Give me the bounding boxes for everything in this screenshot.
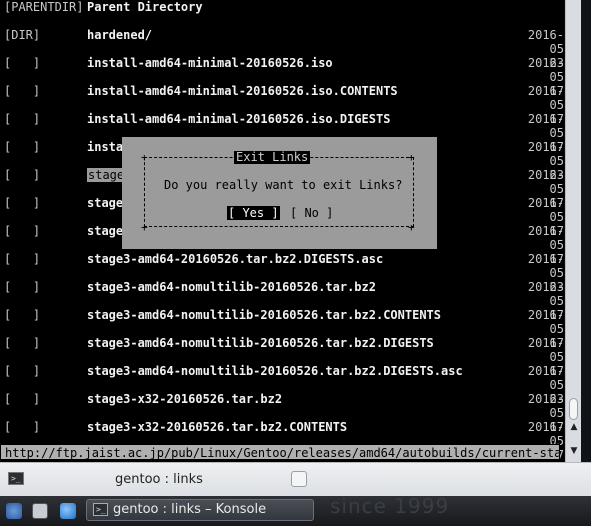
list-item[interactable]: [ ] stage3-amd64-nomultilib-20160526.tar.… xyxy=(0,336,564,378)
list-item[interactable]: [ ] stage3-amd64-nomultilib-20160526.tar.… xyxy=(0,364,564,406)
terminal-icon: >_ xyxy=(8,472,24,485)
list-item[interactable]: [ ] install-amd64-minimal-20160526.iso.DI… xyxy=(0,112,564,154)
file-date-month: 2016-05 xyxy=(527,336,564,364)
list-item[interactable]: [PARENTDIR] Parent Directory xyxy=(0,0,564,28)
file-date-month: 2016-05 xyxy=(527,84,564,112)
file-link[interactable]: stage xyxy=(87,168,126,182)
file-type-label: [ ] xyxy=(4,280,41,294)
taskbar: since 1999 >_ gentoo : links – Konsole xyxy=(0,494,591,526)
frame-corner: + xyxy=(408,221,415,234)
file-type-label: [ ] xyxy=(4,252,41,266)
file-type-label: [ ] xyxy=(4,336,41,350)
window-edge xyxy=(581,0,591,496)
scroll-down-arrow-icon[interactable]: ▼ xyxy=(567,444,581,458)
file-date-month: 2016-05 xyxy=(527,140,564,168)
terminal-view[interactable]: [PARENTDIR] Parent Directory [DIR] hardened… xyxy=(0,0,564,462)
file-link[interactable]: stage xyxy=(87,196,123,210)
file-type-label: [ ] xyxy=(4,364,41,378)
file-type-label: [ ] xyxy=(4,308,41,322)
file-link[interactable]: install-amd64-minimal-20160526.iso.CONTE… xyxy=(87,84,398,98)
file-link[interactable]: stage xyxy=(87,224,123,238)
file-type-label: [ ] xyxy=(4,84,41,98)
list-item[interactable]: [ ] stage3-amd64-nomultilib-20160526.tar.… xyxy=(0,280,564,322)
terminal-icon: >_ xyxy=(93,503,108,516)
exit-dialog: + + + + Exit Links Do you really want to… xyxy=(122,137,437,249)
file-link[interactable]: stage3-amd64-nomultilib-20160526.tar.bz2 xyxy=(87,280,376,294)
dialog-title: Exit Links xyxy=(234,150,311,164)
file-date-month: 2016-05 xyxy=(527,112,564,140)
file-link[interactable]: Parent Directory xyxy=(87,0,203,14)
file-date-month: 2016-05 xyxy=(527,28,564,56)
list-item[interactable]: [ ] stage3-amd64-20160526.tar.bz2.DIGESTS… xyxy=(0,252,564,294)
scroll-up-arrow-icon[interactable]: ▲ xyxy=(567,420,581,434)
file-link[interactable]: hardened/ xyxy=(87,28,152,42)
file-link[interactable]: insta xyxy=(87,140,123,154)
file-date-month: 2016-05 xyxy=(527,168,564,196)
file-date-month: 2016-05 xyxy=(527,308,564,336)
list-item[interactable]: [ ] install-amd64-minimal-20160526.iso 201… xyxy=(0,56,564,98)
file-date-month: 2016-05 xyxy=(527,224,564,252)
app-menu-icon[interactable] xyxy=(6,503,22,519)
file-type-label: [DIR] xyxy=(4,28,41,42)
file-link[interactable]: stage3-amd64-nomultilib-20160526.tar.bz2… xyxy=(87,364,463,378)
file-link[interactable]: stage3-amd64-nomultilib-20160526.tar.bz2… xyxy=(87,308,441,322)
list-item[interactable]: [ ] stage3-amd64-nomultilib-20160526.tar.… xyxy=(0,308,564,350)
no-button[interactable]: [ No ] xyxy=(290,206,333,220)
list-item[interactable]: [ ] stage3-x32-20160526.tar.bz2 2016-05 17 xyxy=(0,392,564,434)
vertical-scrollbar[interactable]: ▲ ▼ xyxy=(565,0,581,462)
status-url: http://ftp.jaist.ac.jp/pub/Linux/Gentoo/… xyxy=(0,444,560,460)
file-link[interactable]: stage3-x32-20160526.tar.bz2 xyxy=(87,392,282,406)
yes-button[interactable]: [ Yes ] xyxy=(227,206,280,220)
file-date-month: 2016-05 xyxy=(527,364,564,392)
close-tab-button[interactable] xyxy=(291,471,307,487)
frame-corner: + xyxy=(141,151,148,164)
file-link[interactable]: stage3-amd64-nomultilib-20160526.tar.bz2… xyxy=(87,336,434,350)
konsole-tab-bar: >_ gentoo : links xyxy=(0,462,591,497)
file-type-label: [ ] xyxy=(4,196,41,210)
tab-label[interactable]: gentoo : links xyxy=(115,472,203,487)
file-link[interactable]: stage3-amd64-20160526.tar.bz2.DIGESTS.as… xyxy=(87,252,383,266)
web-browser-icon[interactable] xyxy=(60,503,76,519)
list-item[interactable]: [ ] install-amd64-minimal-20160526.iso.CO… xyxy=(0,84,564,126)
dialog-message: Do you really want to exit Links? xyxy=(164,178,403,192)
file-date-month: 2016-05 xyxy=(527,280,564,308)
wallpaper-text: since 1999 xyxy=(330,494,450,518)
scroll-thumb[interactable] xyxy=(569,398,578,420)
file-link[interactable]: install-amd64-minimal-20160526.iso.DIGES… xyxy=(87,112,390,126)
taskbar-item-label: gentoo : links – Konsole xyxy=(113,502,267,517)
file-date-month: 2016-05 xyxy=(527,392,564,420)
list-item[interactable]: [DIR] hardened/2016-05 23 xyxy=(0,28,564,70)
file-type-label: [ ] xyxy=(4,168,41,182)
file-type-label: [ ] xyxy=(4,392,41,406)
frame-corner: + xyxy=(408,151,415,164)
file-date-month: 2016-05 xyxy=(527,196,564,224)
file-type-label: [ ] xyxy=(4,56,41,70)
file-manager-icon[interactable] xyxy=(32,503,48,519)
file-type-label: [PARENTDIR] xyxy=(4,0,84,14)
file-date-month: 2016-05 xyxy=(527,56,564,84)
frame-corner: + xyxy=(141,221,148,234)
file-type-label: [ ] xyxy=(4,140,41,154)
file-date-month: 2016-05 xyxy=(527,252,564,280)
file-type-label: [ ] xyxy=(4,112,41,126)
file-link[interactable]: stage3-x32-20160526.tar.bz2.CONTENTS xyxy=(87,420,347,434)
taskbar-item-konsole[interactable]: >_ gentoo : links – Konsole xyxy=(86,499,314,521)
file-type-label: [ ] xyxy=(4,420,41,434)
file-type-label: [ ] xyxy=(4,224,41,238)
file-link[interactable]: install-amd64-minimal-20160526.iso xyxy=(87,56,333,70)
